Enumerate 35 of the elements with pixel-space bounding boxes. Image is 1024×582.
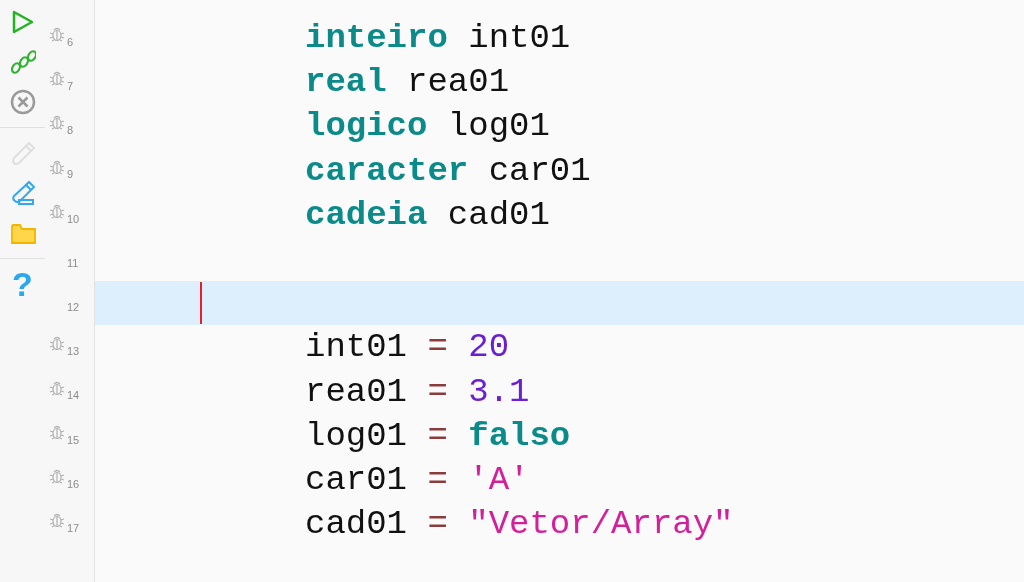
toolbar-button[interactable]: ?	[5, 264, 40, 304]
bug-icon[interactable]	[49, 70, 65, 87]
bug-icon[interactable]	[49, 335, 65, 352]
bug-icon[interactable]	[49, 158, 65, 175]
code-line: log01 = falso	[305, 418, 571, 453]
bug-icon[interactable]	[49, 114, 65, 131]
code-line: real rea01	[305, 65, 510, 100]
bug-icon[interactable]	[49, 26, 65, 43]
line-number: 15	[67, 432, 80, 448]
code-line: caracter car01	[305, 153, 591, 188]
code-line: rea01 = 3.1	[305, 374, 530, 409]
line-number: 11	[67, 255, 79, 271]
code-line: logico log01	[305, 109, 550, 144]
bug-icon[interactable]	[49, 512, 65, 529]
line-number: 10	[67, 211, 80, 227]
footprints-icon	[9, 49, 36, 75]
line-number: 16	[67, 476, 80, 492]
line-number: 8	[67, 123, 74, 139]
bug-icon[interactable]	[49, 423, 65, 440]
line-number: 7	[67, 79, 74, 95]
close-icon	[9, 89, 36, 115]
bug-icon[interactable]	[49, 467, 65, 484]
code-line: cadeia cad01	[305, 197, 550, 232]
bug-icon[interactable]	[49, 202, 65, 219]
code-line: int01 = 20	[305, 330, 510, 365]
code-line: car01 = 'A'	[305, 462, 530, 497]
line-number: 14	[67, 388, 80, 404]
line-number: 6	[67, 34, 74, 50]
line-number: 13	[67, 344, 80, 360]
code-line: cad01 = "Vetor/Array"	[305, 507, 734, 542]
bug-icon[interactable]	[49, 379, 65, 396]
code-line: inteiro int01	[305, 21, 571, 56]
line-number: 12	[67, 299, 80, 315]
line-number: 9	[67, 167, 74, 183]
line-number: 17	[67, 520, 80, 536]
